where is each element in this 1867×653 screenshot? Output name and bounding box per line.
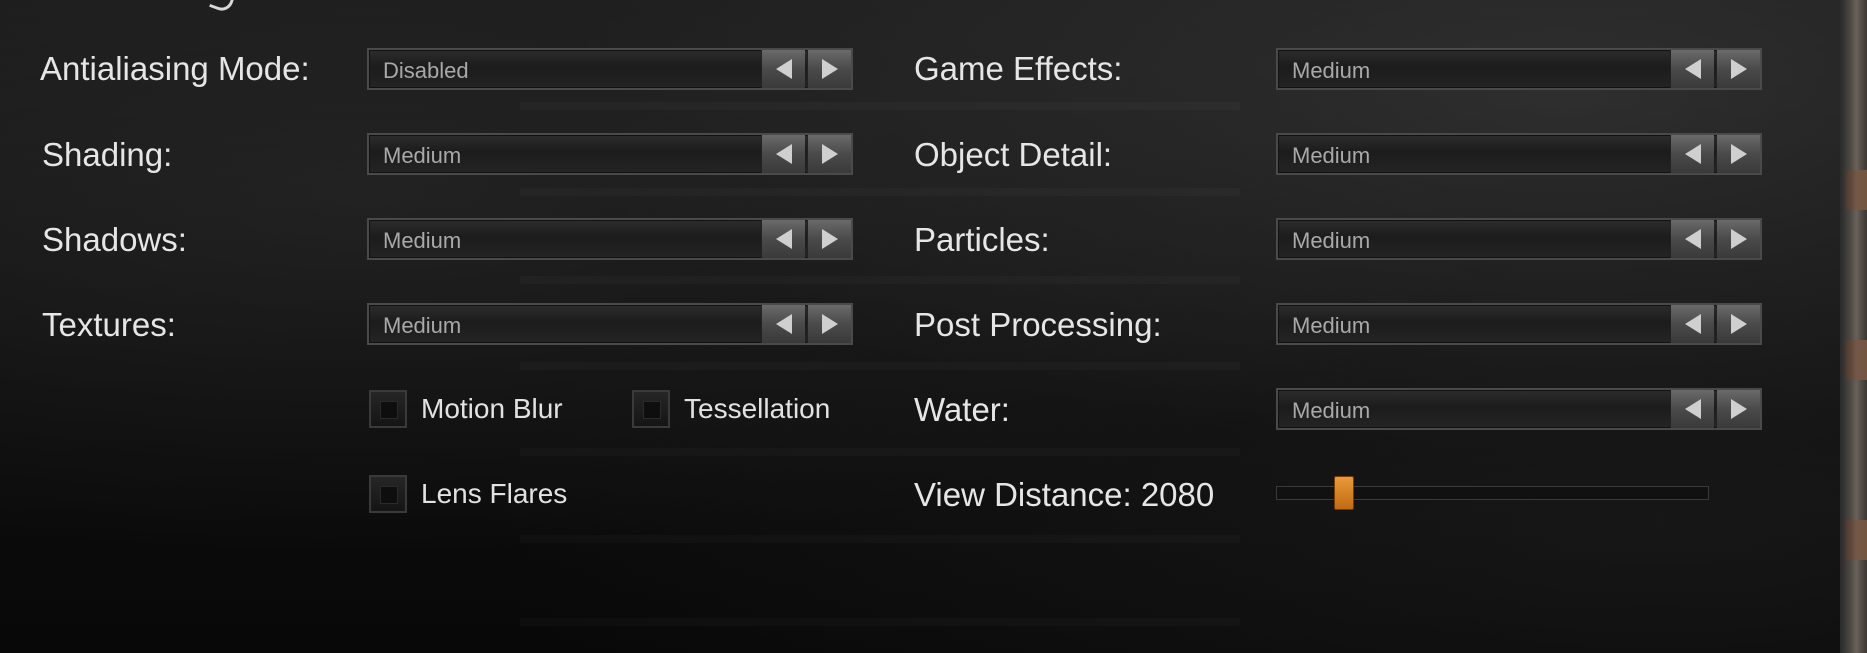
game-effects-selector[interactable]: Medium: [1276, 48, 1762, 90]
window-edge: [1840, 0, 1867, 653]
object-detail-value: Medium: [1292, 143, 1371, 168]
shading-next-button[interactable]: [807, 135, 851, 173]
motion-blur-option[interactable]: Motion Blur: [369, 390, 563, 428]
post-processing-value: Medium: [1292, 313, 1371, 338]
particles-next-button[interactable]: [1716, 220, 1760, 258]
triangle-right-icon: [821, 314, 838, 334]
triangle-right-icon: [821, 144, 838, 164]
particles-value: Medium: [1292, 228, 1371, 253]
settings-panel: Antialiasing Mode: Disabled Shading: Med…: [0, 0, 1840, 653]
antialiasing-mode-selector[interactable]: Disabled: [367, 48, 853, 90]
view-distance-label: View Distance: 2080: [914, 476, 1215, 513]
triangle-right-icon: [821, 59, 838, 79]
particles-label: Particles:: [914, 221, 1050, 258]
view-distance-slider-thumb[interactable]: [1333, 476, 1354, 510]
particles-selector[interactable]: Medium: [1276, 218, 1762, 260]
edge-decoration: [1846, 520, 1867, 560]
antialiasing-mode-label: Antialiasing Mode:: [40, 50, 310, 87]
triangle-right-icon: [821, 229, 838, 249]
triangle-right-icon: [1730, 59, 1747, 79]
background-stripe: [520, 188, 1240, 196]
textures-selector[interactable]: Medium: [367, 303, 853, 345]
shading-label: Shading:: [42, 136, 173, 173]
triangle-right-icon: [1730, 144, 1747, 164]
edge-decoration: [1846, 340, 1867, 380]
shading-selector[interactable]: Medium: [367, 133, 853, 175]
shading-prev-button[interactable]: [761, 135, 805, 173]
background-stripe: [520, 276, 1240, 284]
textures-next-button[interactable]: [807, 305, 851, 343]
object-detail-label: Object Detail:: [914, 136, 1113, 173]
edge-decoration: [1846, 170, 1867, 210]
shading-value: Medium: [383, 143, 462, 168]
triangle-left-icon: [775, 144, 792, 164]
water-next-button[interactable]: [1716, 390, 1760, 428]
water-selector[interactable]: Medium: [1276, 388, 1762, 430]
antialiasing-prev-button[interactable]: [761, 50, 805, 88]
decorative-mark: [209, 0, 236, 14]
triangle-left-icon: [1684, 229, 1701, 249]
game-effects-label: Game Effects:: [914, 50, 1123, 87]
game-effects-value: Medium: [1292, 58, 1371, 83]
background-stripe: [520, 448, 1240, 456]
background-stripe: [520, 535, 1240, 543]
shadows-selector[interactable]: Medium: [367, 218, 853, 260]
triangle-left-icon: [775, 229, 792, 249]
background-stripe: [520, 102, 1240, 110]
shadows-prev-button[interactable]: [761, 220, 805, 258]
particles-prev-button[interactable]: [1670, 220, 1714, 258]
water-value: Medium: [1292, 398, 1371, 423]
post-processing-prev-button[interactable]: [1670, 305, 1714, 343]
triangle-right-icon: [1730, 314, 1747, 334]
triangle-right-icon: [1730, 399, 1747, 419]
game-effects-prev-button[interactable]: [1670, 50, 1714, 88]
tessellation-option[interactable]: Tessellation: [632, 390, 830, 428]
water-prev-button[interactable]: [1670, 390, 1714, 428]
background-stripe: [520, 362, 1240, 370]
object-detail-prev-button[interactable]: [1670, 135, 1714, 173]
motion-blur-checkbox[interactable]: [369, 390, 407, 428]
triangle-left-icon: [1684, 314, 1701, 334]
tessellation-label: Tessellation: [684, 393, 831, 424]
triangle-left-icon: [1684, 144, 1701, 164]
object-detail-selector[interactable]: Medium: [1276, 133, 1762, 175]
triangle-left-icon: [1684, 59, 1701, 79]
post-processing-next-button[interactable]: [1716, 305, 1760, 343]
lens-flares-checkbox[interactable]: [369, 475, 407, 513]
background-stripe: [520, 618, 1240, 626]
post-processing-label: Post Processing:: [914, 306, 1162, 343]
shadows-label: Shadows:: [42, 221, 187, 258]
game-effects-next-button[interactable]: [1716, 50, 1760, 88]
textures-label: Textures:: [42, 306, 176, 343]
object-detail-next-button[interactable]: [1716, 135, 1760, 173]
post-processing-selector[interactable]: Medium: [1276, 303, 1762, 345]
antialiasing-next-button[interactable]: [807, 50, 851, 88]
triangle-left-icon: [775, 314, 792, 334]
triangle-right-icon: [1730, 229, 1747, 249]
lens-flares-option[interactable]: Lens Flares: [369, 475, 567, 513]
shadows-next-button[interactable]: [807, 220, 851, 258]
textures-prev-button[interactable]: [761, 305, 805, 343]
water-label: Water:: [914, 391, 1010, 428]
textures-value: Medium: [383, 313, 462, 338]
antialiasing-mode-value: Disabled: [383, 58, 469, 83]
shadows-value: Medium: [383, 228, 462, 253]
lens-flares-label: Lens Flares: [421, 478, 568, 509]
triangle-left-icon: [1684, 399, 1701, 419]
tessellation-checkbox[interactable]: [632, 390, 670, 428]
motion-blur-label: Motion Blur: [421, 393, 563, 424]
triangle-left-icon: [775, 59, 792, 79]
